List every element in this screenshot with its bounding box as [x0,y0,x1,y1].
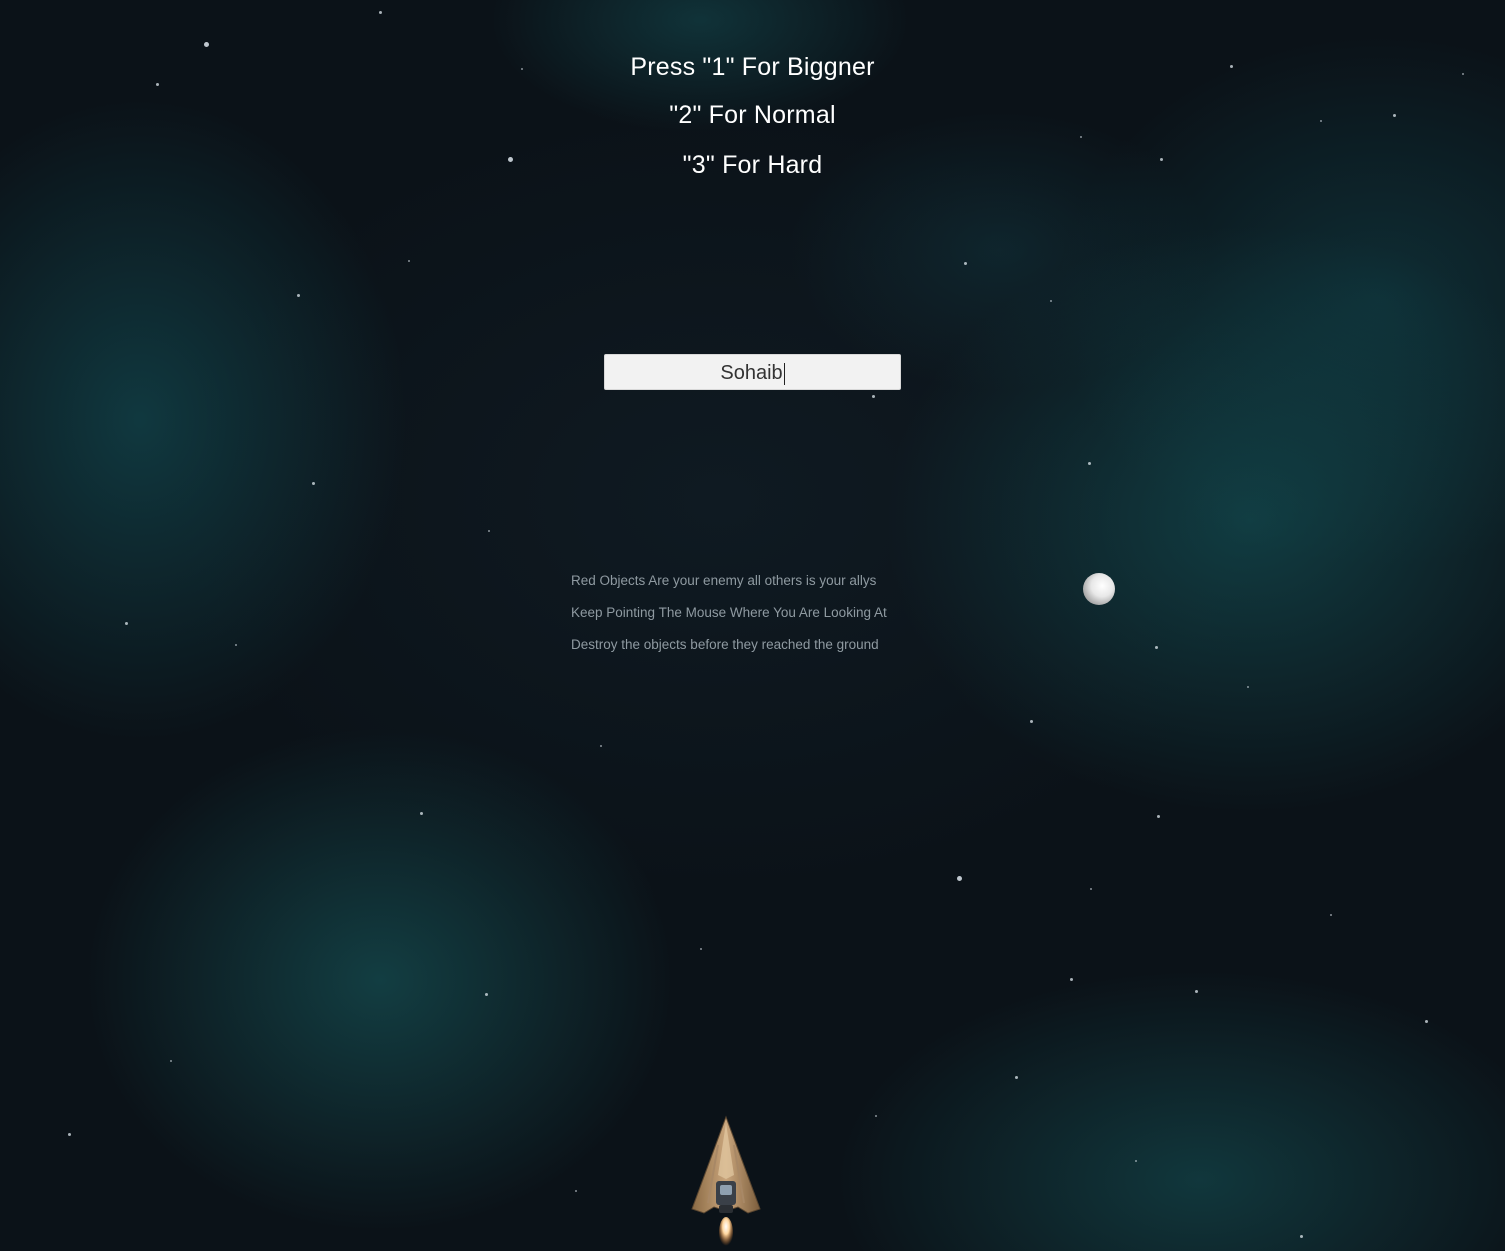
hint-enemies: Red Objects Are your enemy all others is… [571,573,877,588]
star [1300,1235,1303,1238]
player-spaceship [691,1115,761,1249]
hint-mouse-aim: Keep Pointing The Mouse Where You Are Lo… [571,605,887,620]
star [1090,888,1092,890]
star [875,1115,877,1117]
star [1015,1076,1018,1079]
star [1195,990,1198,993]
star [297,294,300,297]
star [575,1190,577,1192]
star [408,260,410,262]
star [1135,1160,1137,1162]
star [420,812,423,815]
star [1155,646,1158,649]
star [957,876,962,881]
difficulty-option-normal: "2" For Normal [669,101,836,129]
star [125,622,128,625]
game-scene[interactable]: Press "1" For Biggner "2" For Normal "3"… [0,0,1505,1251]
star [1247,686,1249,688]
star [1050,300,1052,302]
difficulty-option-hard: "3" For Hard [682,151,823,179]
star [1088,462,1091,465]
star [156,83,159,86]
star [872,395,875,398]
star [488,530,490,532]
star [235,644,237,646]
star [1080,136,1082,138]
star [964,262,967,265]
star [1070,978,1073,981]
star [1157,815,1160,818]
star [379,11,382,14]
star [170,1060,172,1062]
difficulty-option-beginner: Press "1" For Biggner [630,53,875,81]
star [1030,720,1033,723]
white-sphere-object [1083,573,1115,605]
hint-destroy-objects: Destroy the objects before they reached … [571,637,879,652]
star [312,482,315,485]
star [1330,914,1332,916]
star [485,993,488,996]
player-name-input[interactable]: Sohaib [604,354,901,390]
star [600,745,602,747]
text-caret [783,362,785,385]
star [68,1133,71,1136]
star [700,948,702,950]
player-name-value: Sohaib [720,362,783,384]
star [1425,1020,1428,1023]
star [204,42,209,47]
